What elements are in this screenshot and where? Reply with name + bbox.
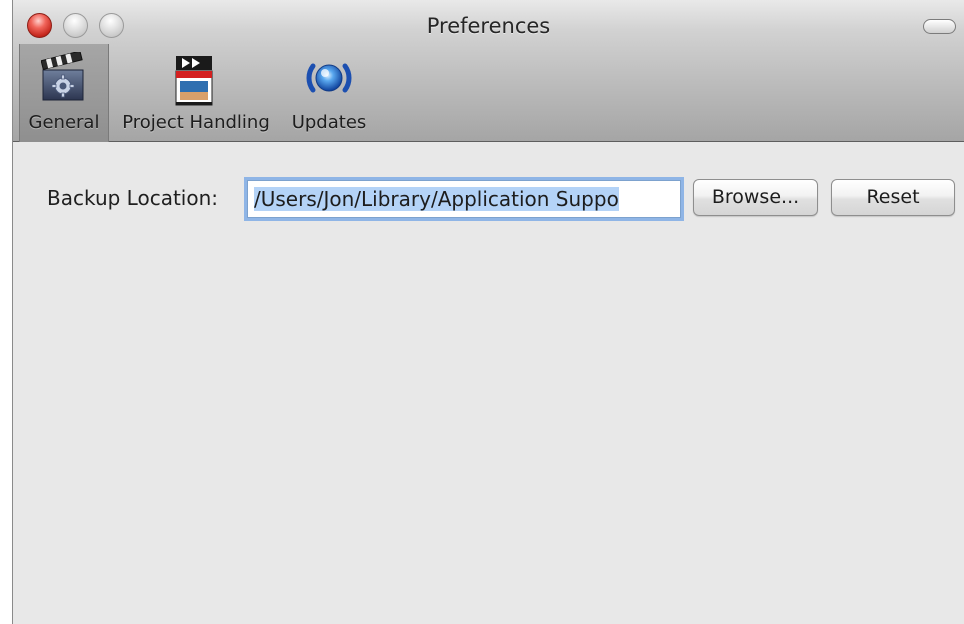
tab-updates-label: Updates (291, 112, 367, 133)
film-project-icon (175, 56, 213, 106)
titlebar-toolbar: Preferences General Project Handling Upd… (13, 0, 964, 142)
clapperboard-gear-icon (41, 52, 84, 101)
tab-project-handling-label: Project Handling (122, 112, 270, 133)
preferences-window: Preferences General Project Handling Upd… (12, 0, 964, 624)
tab-updates[interactable]: Updates (283, 44, 375, 142)
tab-general-label: General (28, 112, 100, 133)
updates-sync-icon (306, 63, 352, 93)
tab-general[interactable]: General (19, 44, 109, 142)
general-pane: Backup Location: Browse... Reset (13, 142, 964, 624)
backup-location-label: Backup Location: (47, 186, 218, 210)
tab-project-handling[interactable]: Project Handling (115, 44, 277, 142)
window-title: Preferences (426, 14, 551, 38)
browse-button[interactable]: Browse... (693, 179, 818, 216)
backup-location-field[interactable] (247, 180, 681, 218)
reset-button[interactable]: Reset (831, 179, 955, 216)
toolbar-toggle-button[interactable] (923, 19, 956, 34)
